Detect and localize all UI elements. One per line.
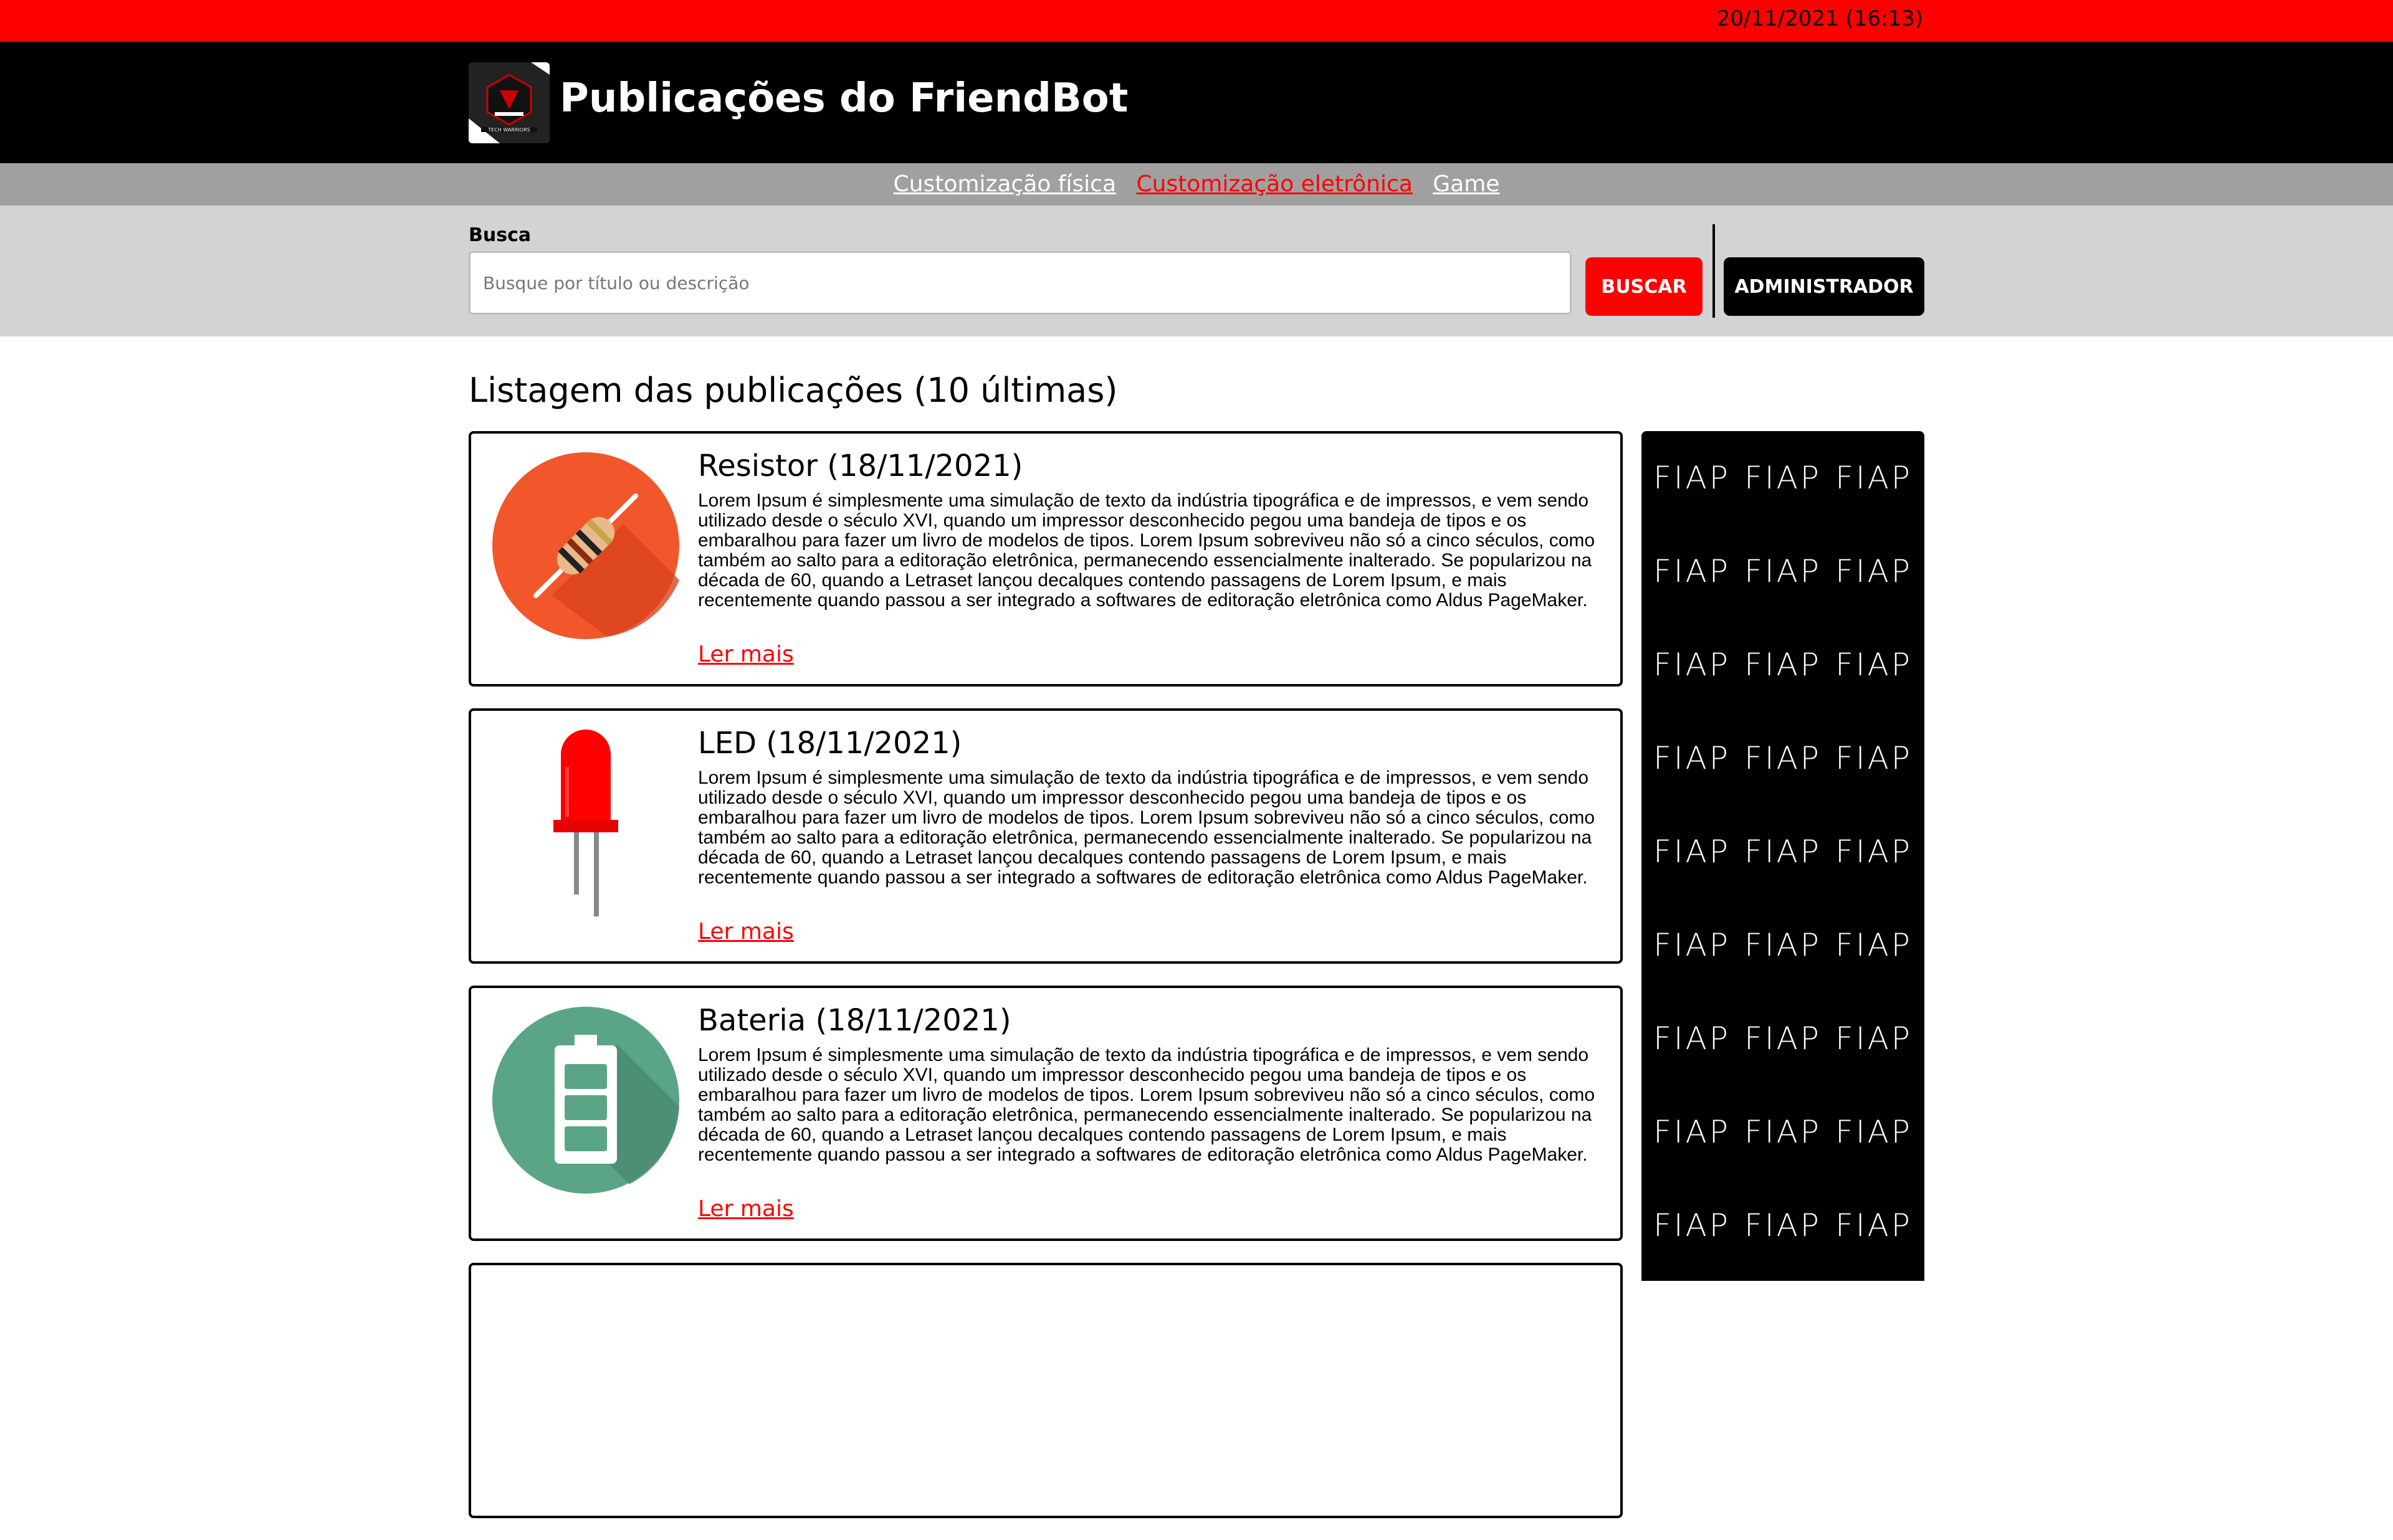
fiap-logo: FIAP xyxy=(1744,1207,1822,1243)
search-label: Busca xyxy=(469,224,532,246)
list-heading: Listagem das publicações (10 últimas) xyxy=(469,371,1118,410)
admin-button[interactable]: ADMINISTRADOR xyxy=(1724,257,1924,316)
fiap-logo: FIAP xyxy=(1744,553,1822,589)
nav-link-game[interactable]: Game xyxy=(1433,171,1499,197)
ad-row: FIAP FIAP FIAP xyxy=(1641,1085,1924,1179)
ad-row: FIAP FIAP FIAP xyxy=(1641,618,1924,711)
fiap-logo: FIAP xyxy=(1653,460,1731,496)
ad-row: FIAP FIAP FIAP xyxy=(1641,805,1924,898)
fiap-logo: FIAP xyxy=(1653,1020,1731,1057)
fiap-logo: FIAP xyxy=(1835,927,1913,963)
fiap-logo: FIAP xyxy=(1653,834,1731,870)
fiap-logo: FIAP xyxy=(1744,740,1822,776)
fiap-logo: FIAP xyxy=(1835,1020,1913,1057)
ad-row: FIAP FIAP FIAP xyxy=(1641,1179,1924,1272)
fiap-logo: FIAP xyxy=(1653,1207,1731,1243)
ad-row: FIAP FIAP FIAP xyxy=(1641,525,1924,618)
fiap-logo: FIAP xyxy=(1835,1114,1913,1150)
search-input[interactable] xyxy=(469,251,1572,315)
post-title: LED (18/11/2021) xyxy=(698,726,962,761)
post-list: Resistor (18/11/2021) Lorem Ipsum é simp… xyxy=(469,431,1623,1540)
read-more-link[interactable]: Ler mais xyxy=(698,919,794,944)
ad-row: FIAP FIAP FIAP xyxy=(1641,431,1924,525)
site-title: Publicações do FriendBot xyxy=(560,75,1129,121)
resistor-icon xyxy=(492,452,679,639)
fiap-logo: FIAP xyxy=(1653,740,1731,776)
post-card xyxy=(469,1263,1623,1518)
category-nav: Customização física Customização eletrôn… xyxy=(0,163,2393,206)
fiap-logo: FIAP xyxy=(1744,1020,1822,1057)
fiap-logo: FIAP xyxy=(1653,553,1731,589)
nav-link-custom-fisica[interactable]: Customização física xyxy=(894,171,1117,197)
ad-banner[interactable]: FIAP FIAP FIAP FIAP FIAP FIAP FIAP FIAP FIAP F… xyxy=(1641,431,1924,1281)
post-body: Lorem Ipsum é simplesmente uma simulação… xyxy=(698,768,1595,888)
logo-text: TECH WARRIORS xyxy=(487,127,530,133)
fiap-logo: FIAP xyxy=(1835,460,1913,496)
post-card: Bateria (18/11/2021) Lorem Ipsum é simpl… xyxy=(469,986,1623,1241)
fiap-logo: FIAP xyxy=(1744,1114,1822,1150)
current-datetime: 20/11/2021 (16:13) xyxy=(1716,6,1923,31)
site-header: TECH WARRIORS Publicações do FriendBot xyxy=(0,42,2393,163)
post-body: Lorem Ipsum é simplesmente uma simulação… xyxy=(698,490,1595,611)
post-card: Resistor (18/11/2021) Lorem Ipsum é simp… xyxy=(469,431,1623,687)
fiap-logo: FIAP xyxy=(1653,1114,1731,1150)
ad-row: FIAP FIAP FIAP xyxy=(1641,898,1924,992)
fiap-logo: FIAP xyxy=(1835,1207,1913,1243)
search-section: Busca BUSCAR ADMINISTRADOR xyxy=(0,206,2393,336)
divider xyxy=(1712,224,1715,318)
tech-warriors-logo-icon: TECH WARRIORS xyxy=(469,62,550,143)
logo[interactable]: TECH WARRIORS xyxy=(469,62,550,143)
search-button[interactable]: BUSCAR xyxy=(1585,257,1703,316)
fiap-logo: FIAP xyxy=(1744,647,1822,683)
led-icon xyxy=(492,730,679,916)
battery-icon xyxy=(492,1007,679,1194)
fiap-logo: FIAP xyxy=(1835,553,1913,589)
fiap-logo: FIAP xyxy=(1653,647,1731,683)
fiap-logo: FIAP xyxy=(1744,834,1822,870)
post-card: LED (18/11/2021) Lorem Ipsum é simplesme… xyxy=(469,708,1623,964)
ad-row: FIAP FIAP FIAP xyxy=(1641,711,1924,805)
read-more-link[interactable]: Ler mais xyxy=(698,1196,794,1222)
nav-link-custom-eletronica[interactable]: Customização eletrônica xyxy=(1136,171,1412,197)
top-bar: 20/11/2021 (16:13) xyxy=(0,0,2393,42)
fiap-logo: FIAP xyxy=(1653,927,1731,963)
fiap-logo: FIAP xyxy=(1835,740,1913,776)
fiap-logo: FIAP xyxy=(1744,927,1822,963)
fiap-logo: FIAP xyxy=(1835,834,1913,870)
fiap-logo: FIAP xyxy=(1744,460,1822,496)
read-more-link[interactable]: Ler mais xyxy=(698,642,794,667)
post-title: Bateria (18/11/2021) xyxy=(698,1003,1011,1038)
ad-row: FIAP FIAP FIAP xyxy=(1641,992,1924,1085)
fiap-logo: FIAP xyxy=(1835,647,1913,683)
post-title: Resistor (18/11/2021) xyxy=(698,449,1023,483)
post-body: Lorem Ipsum é simplesmente uma simulação… xyxy=(698,1045,1595,1165)
